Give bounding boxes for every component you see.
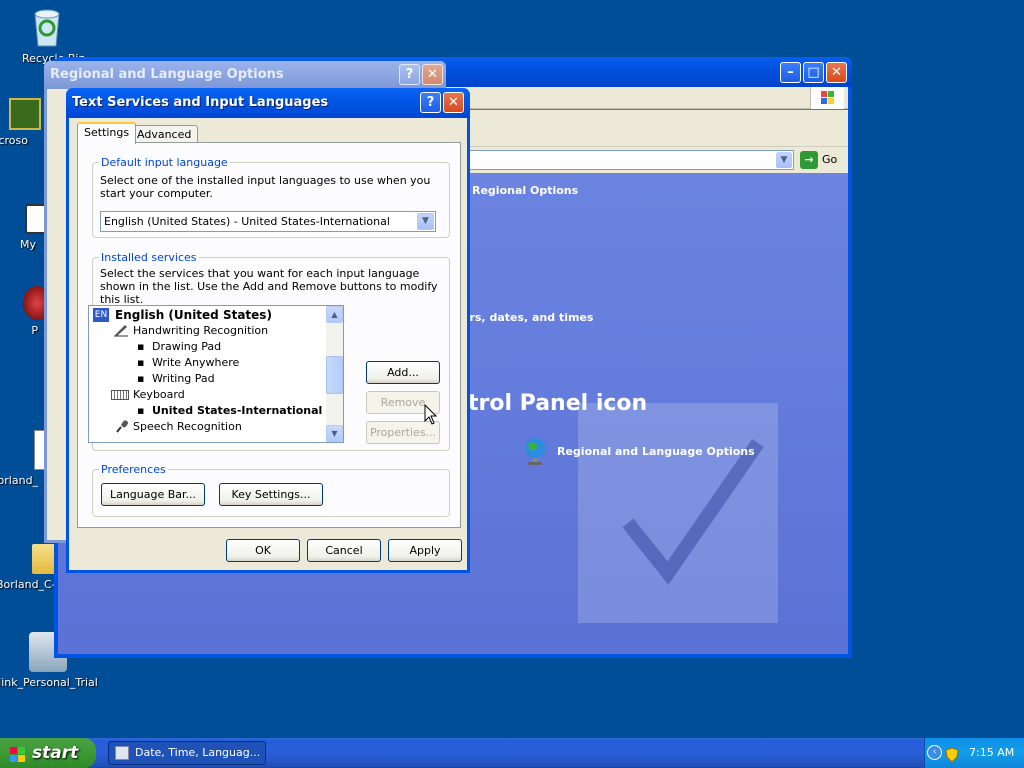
handwriting-pen-icon bbox=[113, 323, 129, 337]
default-language-select[interactable]: English (United States) - United States-… bbox=[100, 211, 436, 232]
scroll-down-icon[interactable]: ▼ bbox=[326, 425, 343, 442]
close-button[interactable]: ✕ bbox=[422, 64, 443, 85]
cancel-button[interactable]: Cancel bbox=[307, 539, 381, 562]
security-shield-icon[interactable] bbox=[945, 745, 959, 763]
desktop-icon-label: link_Personal_Trial bbox=[0, 676, 98, 689]
installed-services-tree[interactable]: EN English (United States) Handwriting R… bbox=[88, 305, 344, 443]
clock[interactable]: 7:15 AM bbox=[969, 738, 1014, 768]
apply-button[interactable]: Apply bbox=[388, 539, 462, 562]
go-arrow-icon: → bbox=[800, 151, 818, 169]
tree-item-keyboard[interactable]: Keyboard bbox=[133, 387, 185, 403]
chevron-down-icon[interactable]: ▼ bbox=[417, 213, 434, 230]
regional-language-options-link[interactable]: Regional and Language Options bbox=[557, 445, 755, 458]
bullet-icon: ▪ bbox=[137, 372, 145, 385]
keyboard-icon bbox=[111, 390, 129, 400]
taskbar: start Date, Time, Languag... ‹ 7:15 AM bbox=[0, 738, 1024, 768]
preferences-legend: Preferences bbox=[101, 463, 166, 476]
control-panel-icon-heading: trol Panel icon bbox=[468, 391, 648, 416]
rlo-titlebar[interactable]: Regional and Language Options ? ✕ bbox=[44, 61, 446, 89]
language-badge-icon: EN bbox=[93, 308, 109, 322]
desktop-icon-recycle-bin[interactable]: Recycle Bin bbox=[2, 4, 92, 65]
globe-icon[interactable] bbox=[522, 436, 548, 466]
address-input[interactable]: ▼ bbox=[468, 150, 794, 170]
tree-scrollbar[interactable]: ▲ ▼ bbox=[326, 306, 343, 442]
installed-services-legend: Installed services bbox=[101, 251, 197, 264]
maximize-button[interactable]: □ bbox=[803, 62, 824, 83]
scroll-up-icon[interactable]: ▲ bbox=[326, 306, 343, 323]
application-icon bbox=[9, 98, 41, 130]
add-button[interactable]: Add... bbox=[366, 361, 440, 384]
taskbar-item-label: Date, Time, Languag... bbox=[135, 746, 261, 759]
start-button[interactable]: start bbox=[0, 738, 96, 768]
tree-item-write-anywhere[interactable]: Write Anywhere bbox=[152, 355, 239, 371]
tab-settings[interactable]: Settings bbox=[77, 122, 137, 144]
taskbar-item-date-time[interactable]: Date, Time, Languag... bbox=[108, 741, 266, 765]
tree-item-drawing-pad[interactable]: Drawing Pad bbox=[152, 339, 221, 355]
minimize-button[interactable]: – bbox=[780, 62, 801, 83]
start-label: start bbox=[32, 743, 79, 763]
windows-logo-icon bbox=[810, 87, 844, 109]
tree-item-handwriting[interactable]: Handwriting Recognition bbox=[133, 323, 268, 339]
tree-item-writing-pad[interactable]: Writing Pad bbox=[152, 371, 215, 387]
default-language-description: Select one of the installed input langua… bbox=[100, 174, 431, 200]
rlo-title: Regional and Language Options bbox=[50, 67, 284, 82]
microphone-icon bbox=[115, 419, 129, 433]
watermark-checkmark-icon bbox=[538, 383, 818, 643]
ts-title: Text Services and Input Languages bbox=[72, 95, 329, 110]
tree-item-language[interactable]: English (United States) bbox=[115, 307, 272, 323]
recycle-bin-icon bbox=[29, 4, 65, 48]
settings-tab-panel: Default input language Select one of the… bbox=[77, 142, 461, 528]
bullet-icon: ▪ bbox=[137, 340, 145, 353]
go-button[interactable]: → Go bbox=[798, 150, 844, 170]
installed-services-description: Select the services that you want for ea… bbox=[100, 267, 438, 306]
scroll-thumb[interactable] bbox=[326, 356, 343, 394]
close-button[interactable]: ✕ bbox=[443, 92, 464, 113]
control-panel-app-icon bbox=[115, 746, 129, 760]
language-bar-button[interactable]: Language Bar... bbox=[101, 483, 205, 506]
go-label: Go bbox=[822, 153, 838, 166]
text-services-dialog: Text Services and Input Languages ? ✕ Se… bbox=[66, 88, 470, 573]
regional-options-link[interactable]: Regional Options bbox=[472, 184, 578, 197]
numbers-dates-times-text: ers, dates, and times bbox=[462, 311, 594, 324]
bullet-icon: ▪ bbox=[137, 356, 145, 369]
default-language-legend: Default input language bbox=[101, 156, 228, 169]
windows-flag-icon bbox=[9, 744, 27, 762]
help-button[interactable]: ? bbox=[399, 64, 420, 85]
chevron-down-icon[interactable]: ▼ bbox=[776, 152, 792, 168]
bullet-icon: ▪ bbox=[137, 404, 145, 417]
mouse-cursor-icon bbox=[424, 403, 438, 426]
help-button[interactable]: ? bbox=[420, 92, 441, 113]
ts-titlebar[interactable]: Text Services and Input Languages ? ✕ bbox=[66, 88, 470, 118]
tree-item-us-international[interactable]: United States-International bbox=[152, 403, 322, 419]
system-tray: ‹ 7:15 AM bbox=[924, 738, 1024, 768]
tray-expand-icon[interactable]: ‹ bbox=[927, 745, 942, 760]
key-settings-button[interactable]: Key Settings... bbox=[219, 483, 323, 506]
close-button[interactable]: ✕ bbox=[826, 62, 847, 83]
ok-button[interactable]: OK bbox=[226, 539, 300, 562]
tree-item-speech[interactable]: Speech Recognition bbox=[133, 419, 242, 435]
default-language-value: English (United States) - United States-… bbox=[104, 215, 390, 228]
